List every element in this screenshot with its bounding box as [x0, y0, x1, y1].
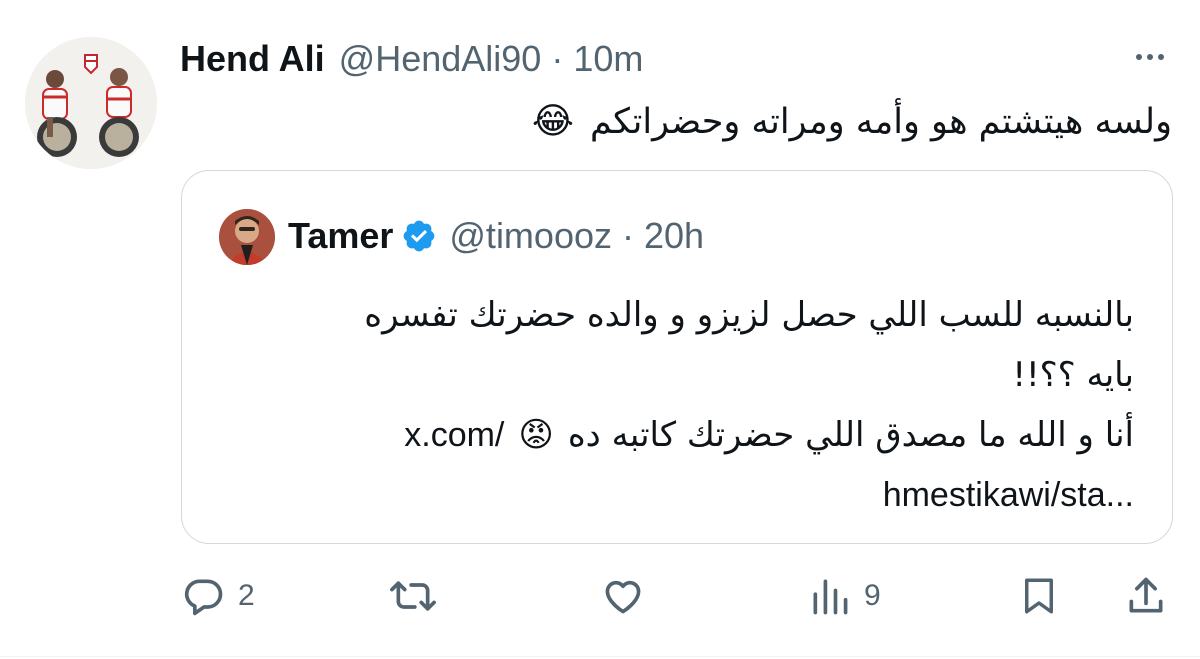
author-name[interactable]: Hend Ali	[180, 38, 325, 80]
author-handle[interactable]: @HendAli90	[339, 38, 542, 80]
reply-count: 2	[238, 579, 255, 612]
quoted-author-name[interactable]: Tamer	[288, 215, 393, 257]
link-part-1[interactable]: x.com/	[404, 405, 504, 465]
bookmark-button[interactable]	[1018, 566, 1060, 626]
quoted-text-line-3-content: أنا و الله ما مصدق اللي حضرتك كاتبه ده	[567, 415, 1134, 455]
quoted-author-handle[interactable]: @timoooz	[449, 215, 612, 257]
tweet-header: Hend Ali @HendAli90 · 10m	[180, 36, 643, 82]
share-icon	[1129, 577, 1163, 613]
quoted-text-line-2: بايه ؟؟!!	[1012, 355, 1134, 395]
tweet-text: ولسه هيتشتم هو وأمه ومراته وحضراتكم 😂	[372, 96, 1172, 148]
retweet-button[interactable]	[388, 566, 438, 626]
link-part-2[interactable]: hmestikawi/sta...	[883, 465, 1134, 525]
laughing-emoji-icon: 😂	[531, 101, 574, 142]
more-options-icon[interactable]	[1128, 42, 1172, 72]
retweet-icon	[390, 581, 436, 611]
quoted-text-line-4: hmestikawi/sta...	[214, 465, 1134, 525]
quoted-text-line-1: بالنسبه للسب اللي حصل لزيزو و والده حضرت…	[364, 295, 1134, 335]
verified-badge-icon	[404, 220, 435, 252]
reply-icon	[184, 579, 223, 616]
angry-emoji-icon: 😡	[518, 415, 554, 455]
like-icon	[605, 580, 641, 614]
author-avatar[interactable]	[25, 37, 157, 169]
tweet-text-content: ولسه هيتشتم هو وأمه ومراته وحضراتكم	[590, 102, 1172, 142]
quoted-author-avatar[interactable]	[219, 209, 275, 265]
bookmark-icon	[1025, 578, 1053, 614]
tweet-time[interactable]: 10m	[573, 38, 643, 80]
separator-dot: ·	[551, 38, 564, 79]
bottom-divider	[0, 656, 1200, 657]
like-button[interactable]	[600, 566, 646, 626]
quoted-tweet-time[interactable]: 20h	[644, 215, 704, 257]
profile-photo-icon	[25, 37, 157, 169]
quoted-tweet-card[interactable]: Tamer @timoooz · 20h بالنسبه للسب اللي ح…	[181, 170, 1173, 544]
quoted-separator-dot: ·	[622, 215, 634, 256]
views-button[interactable]: 9	[808, 566, 881, 626]
share-button[interactable]	[1124, 566, 1168, 626]
quoted-tweet-header: Tamer @timoooz · 20h	[288, 213, 704, 259]
quoted-profile-photo-icon	[219, 209, 275, 265]
views-count: 9	[864, 579, 881, 612]
reply-button[interactable]: 2	[182, 566, 255, 626]
quoted-text-line-3: أنا و الله ما مصدق اللي حضرتك كاتبه ده 😡…	[214, 405, 1134, 465]
action-bar: 2 9	[0, 566, 1200, 626]
views-icon	[813, 579, 848, 615]
quoted-tweet-text: بالنسبه للسب اللي حصل لزيزو و والده حضرت…	[214, 285, 1134, 525]
